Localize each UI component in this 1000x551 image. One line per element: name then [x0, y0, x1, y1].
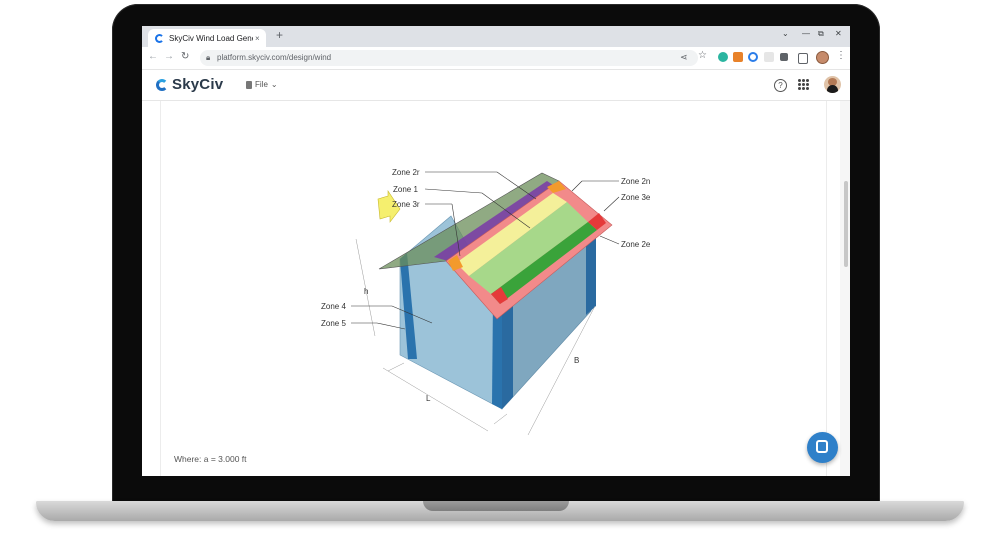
browser-toolbar: ← → ↻ 🔒︎ platform.skyciv.com/design/wind…	[142, 47, 850, 70]
extensions-puzzle-icon[interactable]	[780, 53, 788, 61]
extension-grammar-icon[interactable]	[718, 52, 728, 62]
zone-2r-label: Zone 2r	[392, 168, 420, 177]
extension-blank-icon[interactable]	[764, 52, 774, 62]
chevron-down-icon: ⌄	[270, 80, 278, 89]
scrollbar-thumb[interactable]	[844, 181, 848, 267]
url-text: platform.skyciv.com/design/wind	[217, 53, 332, 62]
tab-search-icon[interactable]: ⌄	[782, 29, 789, 38]
tab-close-icon[interactable]: ×	[255, 34, 260, 43]
laptop-notch	[423, 501, 569, 511]
dim-l-label: L	[426, 394, 431, 403]
share-icon[interactable]: ⋖	[680, 52, 688, 63]
skyciv-logo[interactable]: SkyCiv	[156, 76, 223, 93]
file-menu[interactable]: File ⌄	[246, 80, 278, 89]
zone-3r-label: Zone 3r	[392, 200, 420, 209]
lock-icon: 🔒︎	[206, 53, 211, 62]
side-panel-icon[interactable]	[798, 53, 808, 64]
user-avatar[interactable]	[824, 76, 841, 93]
extension-circle-icon[interactable]	[748, 52, 758, 62]
skyciv-favicon-icon	[155, 33, 164, 43]
zone-4-label: Zone 4	[321, 302, 346, 311]
zone-2e-label: Zone 2e	[621, 240, 651, 249]
address-bar[interactable]: 🔒︎ platform.skyciv.com/design/wind ⋖	[200, 50, 698, 66]
new-tab-button[interactable]: +	[276, 28, 283, 42]
file-icon	[246, 80, 252, 89]
tab-title: SkyCiv Wind Load Genera	[169, 33, 253, 43]
reload-icon[interactable]: ↻	[181, 51, 189, 62]
scrollbar-track[interactable]	[840, 101, 850, 476]
screen: SkyCiv Wind Load Genera × + ⌄ — ⧉ ✕ ← → …	[142, 26, 850, 476]
footnote: Where: a = 3.000 ft	[174, 454, 247, 464]
restore-button[interactable]: ⧉	[818, 29, 824, 39]
browser-tab[interactable]: SkyCiv Wind Load Genera ×	[148, 29, 266, 47]
zone-1-label: Zone 1	[393, 185, 418, 194]
browser-tabbar: SkyCiv Wind Load Genera × + ⌄ — ⧉ ✕	[142, 26, 850, 47]
profile-avatar-icon[interactable]	[816, 51, 829, 64]
dim-h-label: h	[364, 287, 368, 296]
dim-b-label: B	[574, 356, 579, 365]
zone-5-label: Zone 5	[321, 319, 346, 328]
brand-name: SkyCiv	[172, 76, 224, 93]
bookmark-star-icon[interactable]: ☆	[698, 50, 707, 61]
minimize-button[interactable]: —	[802, 29, 810, 38]
main-content: h L B Zone 2r Zone 1 Zone 3r Zone 2n Zon…	[142, 101, 850, 476]
forward-arrow-icon[interactable]: →	[164, 51, 174, 62]
file-menu-label: File	[255, 80, 268, 89]
extension-metamask-icon[interactable]	[733, 52, 743, 62]
close-window-button[interactable]: ✕	[835, 29, 842, 38]
wind-zone-diagram: h L B Zone 2r Zone 1 Zone 3r Zone 2n Zon…	[321, 168, 651, 436]
back-arrow-icon[interactable]: ←	[148, 51, 158, 62]
chrome-menu-icon[interactable]: ⋮	[836, 50, 846, 61]
zone-2n-label: Zone 2n	[621, 177, 650, 186]
apps-grid-icon[interactable]	[798, 79, 809, 90]
help-icon[interactable]: ?	[774, 79, 787, 92]
app-header: SkyCiv File ⌄ ?	[142, 70, 850, 101]
zone-3e-label: Zone 3e	[621, 193, 651, 202]
chat-support-button[interactable]	[807, 432, 838, 463]
skyciv-logo-icon	[156, 78, 168, 91]
